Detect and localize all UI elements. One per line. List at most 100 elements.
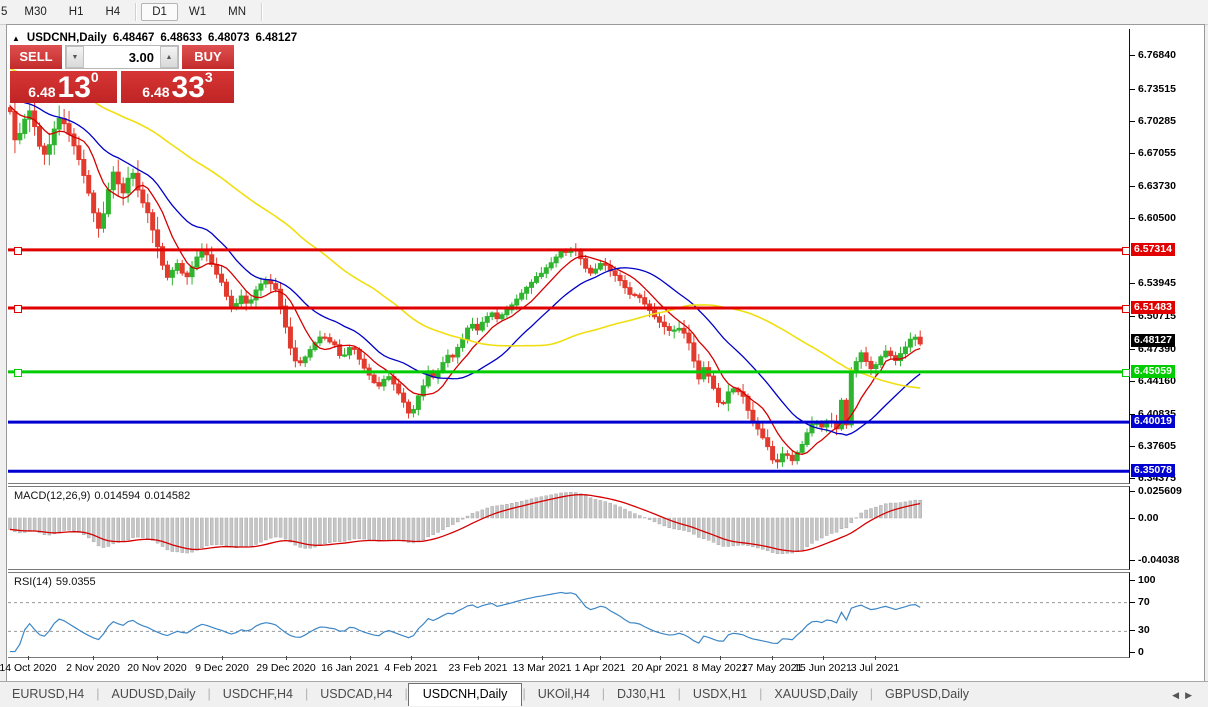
rsi-scale-100: 100 bbox=[1138, 574, 1156, 586]
time-axis-tick bbox=[222, 656, 223, 660]
time-axis-tick bbox=[772, 656, 773, 660]
timeframe-button-5[interactable]: 5 bbox=[0, 3, 13, 21]
price-line-label-6.45059: 6.45059 bbox=[1131, 365, 1175, 378]
toolbar-separator bbox=[135, 3, 137, 21]
ohlc-high: 6.48633 bbox=[160, 32, 202, 44]
time-axis-tick bbox=[823, 656, 824, 660]
rsi-name: RSI(14) bbox=[14, 576, 52, 588]
chart-tabs-bar: EURUSD,H4|AUDUSD,Daily|USDCHF,H4|USDCAD,… bbox=[0, 681, 1208, 705]
timeframe-button-mn[interactable]: MN bbox=[217, 3, 257, 21]
rsi-chart-svg[interactable] bbox=[8, 573, 1129, 655]
time-axis-tick bbox=[411, 656, 412, 660]
time-axis-label: 15 Jun 2021 bbox=[794, 662, 852, 674]
price-line-label-6.40019: 6.40019 bbox=[1131, 415, 1175, 428]
tab-usdcnh-daily[interactable]: USDCNH,Daily bbox=[408, 683, 523, 706]
tab-scroll-left-icon[interactable]: ◀ bbox=[1172, 690, 1185, 700]
macd-name: MACD(12,26,9) bbox=[14, 490, 90, 502]
tab-gbpusd-daily[interactable]: GBPUSD,Daily bbox=[873, 684, 981, 705]
rsi-value: 59.0355 bbox=[56, 576, 96, 588]
ohlc-low: 6.48073 bbox=[208, 32, 250, 44]
price-tick-6.70285-tick bbox=[1130, 121, 1135, 122]
time-axis-tick bbox=[350, 656, 351, 660]
time-axis-label: 8 May 2021 bbox=[693, 662, 748, 674]
time-axis-label: 1 Apr 2021 bbox=[575, 662, 626, 674]
price-tick-6.76840: 6.76840 bbox=[1138, 49, 1176, 61]
sell-price-sup: 0 bbox=[91, 71, 99, 83]
line-handle-right[interactable] bbox=[1122, 369, 1130, 377]
sell-price-big: 13 bbox=[58, 75, 91, 101]
tab-audusd-daily[interactable]: AUDUSD,Daily bbox=[100, 684, 208, 705]
time-axis-tick bbox=[286, 656, 287, 660]
sell-button[interactable]: SELL bbox=[10, 45, 62, 69]
buy-price-big: 33 bbox=[172, 75, 205, 101]
volume-spinner: ▼ ▲ bbox=[65, 45, 179, 69]
buy-button[interactable]: BUY bbox=[182, 45, 234, 69]
macd-scale-0.025609: 0.025609 bbox=[1138, 485, 1182, 497]
macd-value-1: 0.014594 bbox=[94, 490, 140, 502]
volume-increase-button[interactable]: ▲ bbox=[160, 46, 178, 68]
timeframe-button-d1[interactable]: D1 bbox=[141, 3, 178, 21]
time-axis-tick bbox=[720, 656, 721, 660]
symbol-title: USDCNH,Daily bbox=[27, 32, 107, 44]
time-axis-label: 4 Feb 2021 bbox=[384, 662, 437, 674]
timeframe-button-h4[interactable]: H4 bbox=[94, 3, 131, 21]
time-axis-tick bbox=[542, 656, 543, 660]
price-tick-6.70285: 6.70285 bbox=[1138, 115, 1176, 127]
tab-usdx-h1[interactable]: USDX,H1 bbox=[681, 684, 759, 705]
timeframe-toolbar: 5M30H1H4 D1W1MN bbox=[0, 0, 1208, 25]
current-price-label: 6.48127 bbox=[1131, 334, 1175, 347]
tab-usdchf-h4[interactable]: USDCHF,H4 bbox=[211, 684, 305, 705]
price-tick-6.60500: 6.60500 bbox=[1138, 212, 1176, 224]
macd-panel[interactable]: MACD(12,26,9) 0.014594 0.014582 bbox=[8, 486, 1130, 570]
line-handle-left[interactable] bbox=[14, 247, 22, 255]
tab-ukoil-h4[interactable]: UKOil,H4 bbox=[526, 684, 602, 705]
tab-eurusd-h4[interactable]: EURUSD,H4 bbox=[0, 684, 96, 705]
tab-xauusd-daily[interactable]: XAUUSD,Daily bbox=[762, 684, 869, 705]
candles-group bbox=[8, 100, 922, 468]
volume-input[interactable] bbox=[84, 46, 160, 68]
line-handle-left[interactable] bbox=[14, 369, 22, 377]
sell-price[interactable]: 6.48 13 0 bbox=[10, 71, 117, 103]
time-axis-tick bbox=[478, 656, 479, 660]
time-axis-label: 20 Nov 2020 bbox=[127, 662, 187, 674]
timeframe-button-h1[interactable]: H1 bbox=[58, 3, 95, 21]
time-axis-label: 3 Jul 2021 bbox=[851, 662, 899, 674]
macd-scale--0.04038-tick bbox=[1130, 560, 1135, 561]
one-click-trade-panel: SELL ▼ ▲ BUY 6.48 13 0 6.48 33 3 bbox=[10, 45, 234, 103]
macd-value-2: 0.014582 bbox=[144, 490, 190, 502]
price-tick-6.44160-tick bbox=[1130, 381, 1135, 382]
line-handle-left[interactable] bbox=[14, 305, 22, 313]
price-tick-6.76840-tick bbox=[1130, 55, 1135, 56]
buy-price[interactable]: 6.48 33 3 bbox=[121, 71, 234, 103]
macd-scale-0.00: 0.00 bbox=[1138, 512, 1158, 524]
price-tick-6.50715-tick bbox=[1130, 316, 1135, 317]
collapse-triangle-icon[interactable]: ▲ bbox=[12, 34, 20, 43]
price-tick-6.53945: 6.53945 bbox=[1138, 277, 1176, 289]
tab-scroll-right-icon[interactable]: ▶ bbox=[1185, 690, 1198, 700]
time-axis-label: 9 Dec 2020 bbox=[195, 662, 249, 674]
timeframe-button-w1[interactable]: W1 bbox=[178, 3, 217, 21]
ohlc-close: 6.48127 bbox=[256, 32, 298, 44]
price-tick-6.63730: 6.63730 bbox=[1138, 180, 1176, 192]
symbol-header: ▲ USDCNH,Daily 6.48467 6.48633 6.48073 6… bbox=[12, 32, 303, 44]
timeframe-button-m30[interactable]: M30 bbox=[13, 3, 57, 21]
time-axis-tick bbox=[157, 656, 158, 660]
rsi-scale-30: 30 bbox=[1138, 624, 1150, 636]
price-tick-6.60500-tick bbox=[1130, 218, 1135, 219]
rsi-label: RSI(14) 59.0355 bbox=[14, 576, 100, 588]
line-handle-right[interactable] bbox=[1122, 305, 1130, 313]
price-line-label-6.35078: 6.35078 bbox=[1131, 464, 1175, 477]
buy-price-base: 6.48 bbox=[142, 84, 169, 101]
tab-usdcad-h4[interactable]: USDCAD,H4 bbox=[308, 684, 404, 705]
rsi-line bbox=[10, 592, 920, 651]
volume-decrease-button[interactable]: ▼ bbox=[66, 46, 84, 68]
line-handle-right[interactable] bbox=[1122, 247, 1130, 255]
tab-dj30-h1[interactable]: DJ30,H1 bbox=[605, 684, 678, 705]
time-axis-tick bbox=[660, 656, 661, 660]
time-axis-label: 14 Oct 2020 bbox=[0, 662, 57, 674]
rsi-scale-0-tick bbox=[1130, 652, 1135, 653]
rsi-panel[interactable]: RSI(14) 59.0355 bbox=[8, 572, 1130, 658]
price-tick-6.53945-tick bbox=[1130, 283, 1135, 284]
macd-scale-0.025609-tick bbox=[1130, 491, 1135, 492]
time-axis-label: 16 Jan 2021 bbox=[321, 662, 379, 674]
